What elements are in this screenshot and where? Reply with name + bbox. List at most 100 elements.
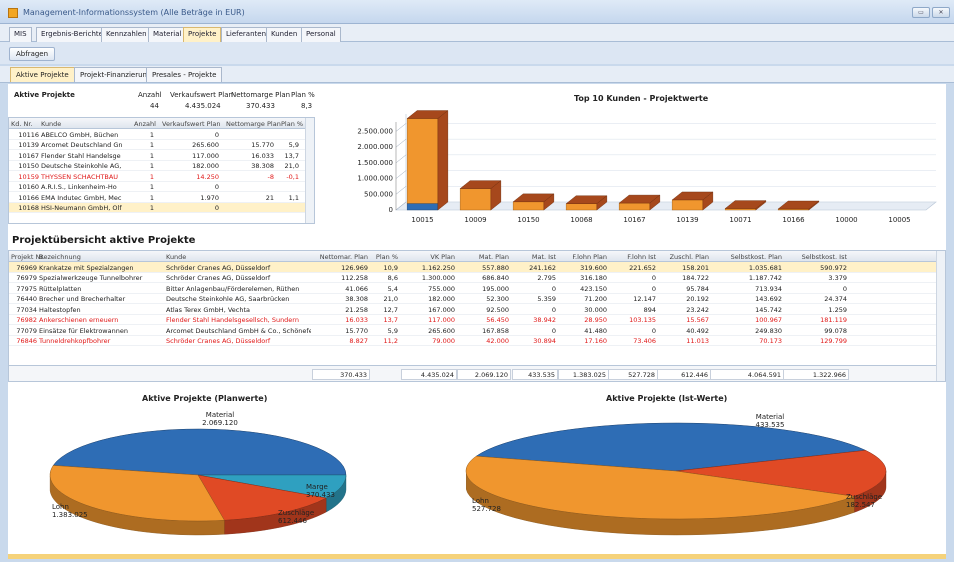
y-gridline [395, 154, 407, 164]
overview-cell: 11,2 [383, 337, 398, 345]
tab-lieferanten[interactable]: Lieferanten [221, 27, 272, 42]
overview-cell: 590.972 [820, 263, 847, 272]
col-anzahl[interactable]: Anzahl [134, 120, 156, 128]
customer-row[interactable]: 10160 A.R.I.S., Linkenheim-Ho 1 0 [9, 182, 314, 192]
customer-row[interactable]: 10166 EMA Indutec GmbH, Mec 1 1.970 21 1,1 [9, 192, 314, 203]
col-plan-pct[interactable]: Plan % [281, 120, 303, 128]
overview-row[interactable]: 76440 Brecher und Brecherhalter Deutsche S… [9, 294, 945, 304]
y-gridline [395, 186, 407, 195]
customer-cell: 182.000 [192, 162, 219, 170]
overview-cell: 0 [551, 326, 556, 335]
overview-cell: 15.770 [345, 326, 368, 335]
overview-col-header[interactable]: Selbstkost. Ist [785, 253, 847, 261]
overview-row[interactable]: 76969 Krankatze mit Spezialzangen Schröder… [9, 262, 945, 273]
overview-col-header[interactable]: Nettomar. Plan [314, 253, 368, 261]
bar-segment-orange [618, 202, 651, 211]
overview-col-header[interactable]: VK Plan [403, 253, 455, 261]
tab-mis[interactable]: MIS [9, 27, 32, 42]
overview-cell: 24.374 [824, 295, 847, 303]
overview-row[interactable]: 77079 Einsätze für Elektrowannen Arcomet D… [9, 325, 945, 336]
tab-ergebnis-berichte[interactable]: Ergebnis-Berichte [36, 27, 108, 42]
x-tick-label: 10071 [729, 216, 751, 224]
overview-row[interactable]: 76979 Spezialwerkzeuge Tunnelbohrer Schröd… [9, 273, 945, 283]
overview-row[interactable]: 77975 Rüttelplatten Bitter Anlagenbau/Förd… [9, 283, 945, 294]
overview-col-header[interactable]: Plan % [370, 253, 398, 261]
overview-row[interactable]: 77034 Haltestopfen Atlas Terex GmbH, Vecht… [9, 304, 945, 315]
overview-cell: 11.013 [686, 337, 709, 345]
overview-cell: 41.480 [584, 326, 607, 335]
overview-col-header[interactable]: Bezeichnung [39, 253, 164, 261]
overview-cell: 40.492 [686, 326, 709, 335]
pie-label: Zuschläge [278, 509, 314, 517]
customer-cell: 1 [149, 141, 154, 149]
pie-label: Material [206, 411, 234, 419]
overview-cell: 316.180 [580, 274, 607, 282]
y-tick-label: 2.500.000 [357, 127, 393, 135]
overview-cell: 423.150 [580, 284, 607, 293]
customer-grid[interactable]: Kd. Nr. Kunde Anzahl Verkaufswert Plan N… [8, 117, 315, 224]
pie-chart-istwerte: Material433.535 Zuschläge182.547 Lohn527.7… [465, 413, 887, 536]
overview-col-header[interactable]: F.lohn Plan [560, 253, 607, 261]
overview-cell: 126.969 [341, 263, 368, 272]
overview-cell: 755.000 [428, 284, 455, 293]
close-button[interactable]: ✕ [932, 7, 950, 18]
subtab-projekt-finanzierung[interactable]: Projekt-Finanzierung [74, 67, 158, 82]
toolbar: Abfragen [0, 42, 954, 64]
customer-row[interactable]: 10159 THYSSEN SCHACHTBAU 1 14.250 -8 -0,1 [9, 171, 314, 182]
subtab-presales-projekte[interactable]: Presales - Projekte [146, 67, 223, 82]
overview-row[interactable]: 76846 Tunneldrehkopfbohrer Schröder Cranes… [9, 336, 945, 346]
customer-cell: 10159 [18, 172, 39, 181]
overview-cell: Einsätze für Elektrowannen [39, 326, 128, 335]
overview-cell: 195.000 [482, 284, 509, 293]
tab-kennzahlen[interactable]: Kennzahlen [101, 27, 152, 42]
summary-marge: 370.433 [246, 102, 275, 110]
overview-title: Projektübersicht aktive Projekte [12, 235, 196, 246]
overview-cell: 5,9 [387, 326, 398, 335]
overview-col-header[interactable]: Mat. Ist [514, 253, 556, 261]
col-kdnr[interactable]: Kd. Nr. [11, 120, 33, 128]
overview-col-header[interactable]: F.lohn Ist [610, 253, 656, 261]
customer-cell: THYSSEN SCHACHTBAU [41, 172, 119, 181]
pie-ist-title: Aktive Projekte (Ist-Werte) [606, 394, 728, 403]
bar-segment-orange [671, 199, 704, 211]
tab-personal[interactable]: Personal [301, 27, 341, 42]
overview-cell: 95.784 [686, 284, 709, 293]
abfragen-button[interactable]: Abfragen [9, 47, 56, 61]
overview-col-header[interactable]: Kunde [166, 253, 311, 261]
overview-cell: 38.308 [345, 295, 368, 303]
tab-projekte[interactable]: Projekte [183, 27, 222, 42]
overview-col-header[interactable]: Projekt Nr. [11, 253, 45, 261]
customer-row[interactable]: 10139 Arcomet Deutschland Gn 1 265.600 15.77… [9, 140, 314, 150]
customer-row[interactable]: 10167 Flender Stahl Handelsge 1 117.000 16.0… [9, 150, 314, 161]
customer-cell: Arcomet Deutschland Gn [41, 141, 123, 149]
overview-cell: 76846 [16, 337, 37, 345]
tab-kunden[interactable]: Kunden [266, 27, 303, 42]
customer-cell: 10116 [18, 130, 39, 139]
overview-grid-scrollbar[interactable] [936, 251, 945, 381]
customer-grid-header: Kd. Nr. Kunde Anzahl Verkaufswert Plan N… [9, 118, 314, 129]
customer-grid-scrollbar[interactable] [305, 118, 314, 223]
subtab-aktive-projekte[interactable]: Aktive Projekte [10, 67, 75, 82]
pie-value-label: 182.547 [846, 501, 875, 509]
minimize-button[interactable]: ▭ [912, 7, 930, 18]
col-marge-plan[interactable]: Nettomarge Plan [226, 120, 281, 128]
customer-row[interactable]: 10150 Deutsche Steinkohle AG, 1 182.000 38.3… [9, 161, 314, 171]
customer-row[interactable]: 10168 HSI-Neumann GmbH, Olf 1 0 [9, 202, 314, 213]
overview-col-header[interactable]: Zuschl. Plan [659, 253, 709, 261]
overview-grid[interactable]: Projekt Nr. Bezeichnung Kunde Nettomar. Pla… [8, 250, 946, 382]
overview-cell: 241.162 [529, 263, 556, 272]
customer-row[interactable]: 10116 ABELCO GmbH, Büchen 1 0 [9, 129, 314, 140]
x-tick-label: 10068 [570, 216, 592, 224]
tab-material[interactable]: Material [148, 27, 187, 42]
bar-segment-orange [406, 118, 439, 204]
summary-anzahl: 44 [150, 102, 159, 110]
overview-col-header[interactable]: Selbstkost. Plan [712, 253, 782, 261]
overview-col-header[interactable]: Mat. Plan [459, 253, 509, 261]
y-tick-label: 1.000.000 [357, 175, 393, 183]
customer-cell: 10150 [18, 162, 39, 170]
col-vk-plan[interactable]: Verkaufswert Plan [162, 120, 220, 128]
overview-row[interactable]: 76982 Ankerschienen erneuern Flender Stahl… [9, 315, 945, 325]
customer-cell: 0 [214, 183, 219, 191]
pie-value-label: 433.535 [756, 421, 785, 429]
col-kunde[interactable]: Kunde [41, 120, 61, 128]
